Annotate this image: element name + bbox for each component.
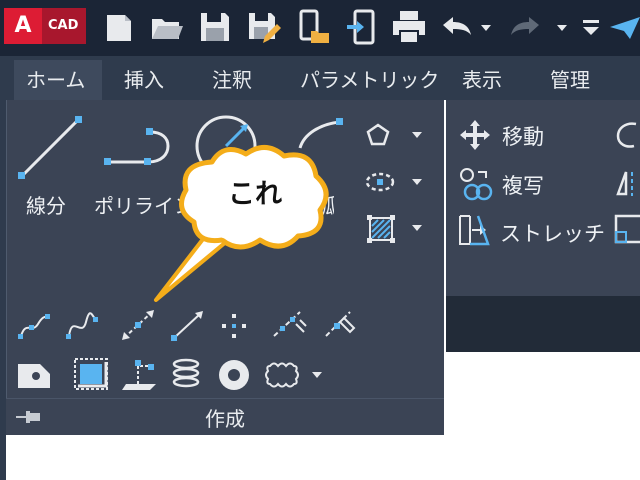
tab-manage[interactable]: 管理 bbox=[538, 60, 602, 100]
line-label: 線分 bbox=[26, 194, 66, 218]
ellipse-icon[interactable] bbox=[364, 168, 426, 198]
spline-fit-icon[interactable] bbox=[16, 310, 52, 344]
point-icon[interactable] bbox=[218, 310, 250, 342]
undo-dropdown-icon[interactable] bbox=[476, 8, 496, 46]
redo-dropdown-icon[interactable] bbox=[552, 8, 572, 46]
create-panel-footer: 作成 bbox=[6, 398, 444, 435]
ribbon-tab-bar: ホーム 挿入 注釈 パラメトリック 表示 管理 bbox=[0, 56, 640, 100]
mirror-icon[interactable] bbox=[612, 166, 640, 200]
copy-icon[interactable] bbox=[458, 166, 494, 202]
ribbon-shadow-strip bbox=[446, 296, 640, 352]
copy-label: 複写 bbox=[502, 174, 544, 198]
tab-annotate[interactable]: 注釈 bbox=[200, 60, 264, 100]
new-icon[interactable] bbox=[100, 8, 138, 46]
tab-home[interactable]: ホーム bbox=[14, 60, 102, 100]
stretch-icon[interactable] bbox=[456, 212, 494, 248]
line-icon[interactable] bbox=[16, 114, 84, 184]
move-icon[interactable] bbox=[458, 118, 492, 152]
open-from-mobile-icon[interactable] bbox=[294, 8, 332, 46]
tab-insert[interactable]: 挿入 bbox=[112, 60, 176, 100]
hatch-icon[interactable] bbox=[364, 212, 426, 246]
customize-icon[interactable] bbox=[578, 8, 604, 46]
save-to-mobile-icon[interactable] bbox=[342, 8, 380, 46]
measure-icon[interactable] bbox=[320, 306, 360, 342]
spline-cv-icon[interactable] bbox=[64, 310, 100, 344]
region-icon[interactable] bbox=[14, 358, 54, 392]
tab-parametric[interactable]: パラメトリック bbox=[288, 60, 451, 100]
logo-text: CAD bbox=[48, 18, 79, 33]
callout-bubble bbox=[154, 145, 329, 302]
stretch-label: ストレッチ bbox=[500, 222, 605, 246]
callout-text: これ bbox=[228, 179, 282, 210]
wipeout-icon[interactable] bbox=[72, 356, 112, 394]
create-panel-title[interactable]: 作成 bbox=[6, 403, 444, 432]
helix-icon[interactable] bbox=[168, 356, 208, 394]
move-label: 移動 bbox=[502, 125, 544, 149]
logo-letter: A bbox=[4, 8, 42, 44]
construction-line-icon[interactable] bbox=[118, 306, 158, 344]
tab-view[interactable]: 表示 bbox=[450, 60, 514, 100]
redo-icon[interactable] bbox=[506, 8, 544, 46]
app-logo[interactable]: A CAD bbox=[4, 8, 86, 44]
revision-cloud-icon[interactable] bbox=[262, 358, 328, 392]
undo-icon[interactable] bbox=[438, 8, 476, 46]
save-icon[interactable] bbox=[196, 8, 234, 46]
share-icon[interactable] bbox=[608, 8, 640, 46]
save-as-icon[interactable] bbox=[244, 8, 282, 46]
open-icon[interactable] bbox=[148, 8, 186, 46]
plot-icon[interactable] bbox=[390, 8, 428, 46]
3d-polyline-icon[interactable] bbox=[120, 356, 162, 394]
polygon-icon[interactable] bbox=[364, 120, 426, 152]
quick-access-toolbar: A CAD bbox=[0, 0, 640, 56]
ray-icon[interactable] bbox=[168, 306, 208, 344]
divide-icon[interactable] bbox=[270, 306, 310, 342]
donut-icon[interactable] bbox=[216, 356, 254, 394]
scale-icon[interactable] bbox=[612, 212, 640, 248]
rotate-icon[interactable] bbox=[612, 116, 640, 152]
